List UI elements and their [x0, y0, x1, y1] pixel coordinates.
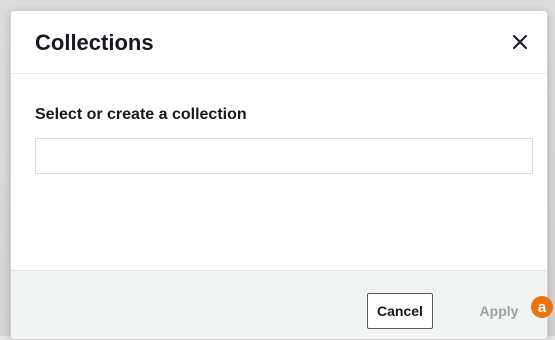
dialog-header: Collections	[11, 11, 547, 74]
annotation-badge: a	[531, 296, 553, 318]
close-icon	[513, 35, 527, 49]
collection-field-label: Select or create a collection	[35, 106, 247, 123]
apply-button[interactable]: Apply	[469, 293, 529, 329]
cancel-button[interactable]: Cancel	[367, 293, 433, 329]
close-button[interactable]	[507, 29, 533, 55]
dialog-title: Collections	[35, 30, 154, 55]
collection-input[interactable]	[35, 138, 533, 174]
dialog-body: Select or create a collection	[11, 74, 547, 174]
dialog-footer: Cancel Apply	[11, 270, 547, 339]
collections-dialog: Collections Select or create a collectio…	[10, 10, 548, 340]
